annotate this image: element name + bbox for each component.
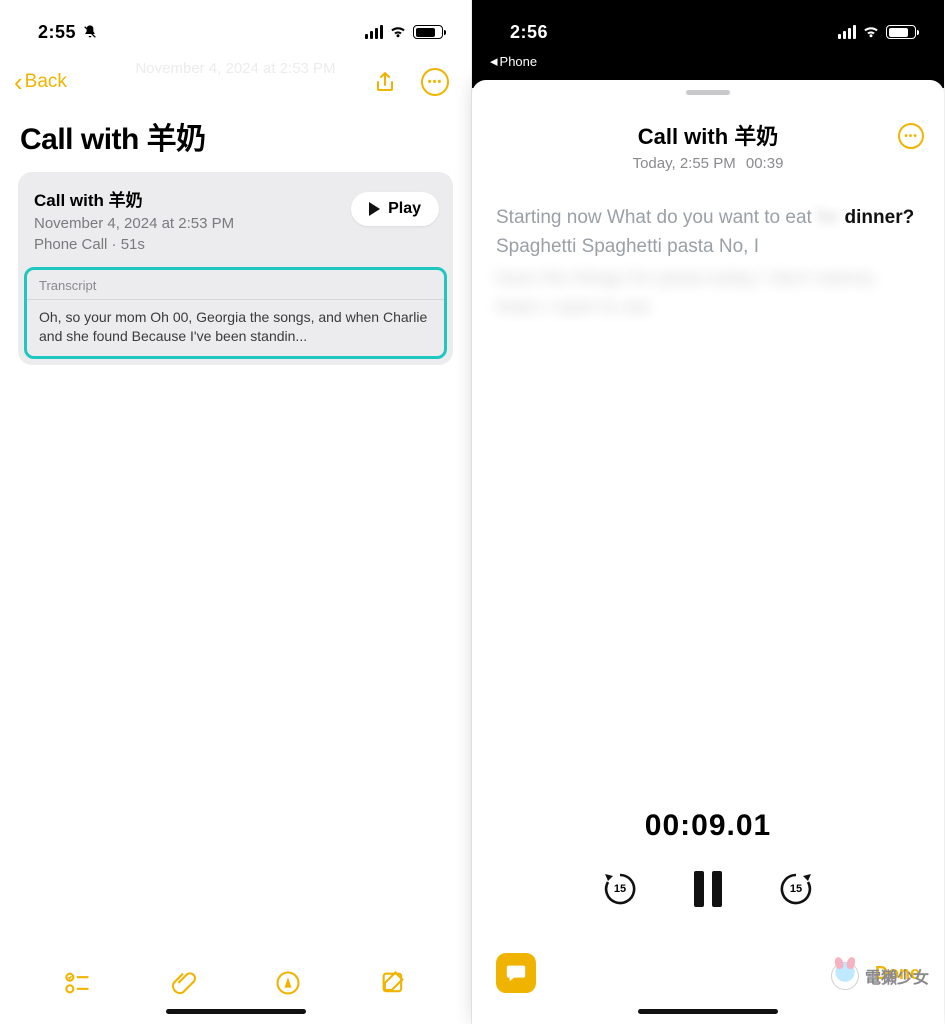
sheet-date: Today, 2:55 PM (633, 155, 736, 172)
pause-button[interactable] (694, 871, 722, 907)
sheet-duration: 00:39 (746, 155, 784, 172)
cellular-icon (365, 25, 383, 39)
watermark-text: 電獺少女 (865, 964, 929, 988)
attachment-button[interactable] (169, 969, 197, 997)
player: 00:09.01 15 15 (472, 783, 944, 919)
home-indicator[interactable] (166, 1009, 306, 1014)
note-timestamp-ghost: November 4, 2024 at 2:53 PM (0, 60, 471, 77)
seek-fwd-label: 15 (790, 883, 802, 895)
sheet-subtitle: Today, 2:55 PM 00:39 (492, 155, 924, 172)
wifi-icon (862, 25, 880, 39)
insert-quote-button[interactable] (496, 953, 536, 993)
playback-time: 00:09.01 (472, 809, 944, 843)
play-button[interactable]: Play (351, 192, 439, 226)
watermark-avatar-icon (831, 962, 859, 990)
sheet-title: Call with 羊奶 (492, 119, 924, 151)
seek-back-15-button[interactable]: 15 (600, 869, 640, 909)
transcript-sheet: Call with 羊奶 Today, 2:55 PM 00:39 ••• St… (472, 80, 944, 1024)
checklist-button[interactable] (64, 969, 92, 997)
seek-back-label: 15 (614, 883, 626, 895)
transcript-pre: Starting now What do you want to eat (496, 207, 817, 228)
transcript-label: Transcript (27, 270, 444, 300)
phone-right: 2:56 ◂ Phone Call with 羊奶 Today, 2:55 PM (472, 0, 944, 1024)
return-to-app[interactable]: ◂ Phone (472, 50, 944, 70)
recording-card[interactable]: Call with 羊奶 November 4, 2024 at 2:53 PM… (18, 172, 453, 365)
status-time: 2:55 (38, 22, 98, 43)
chevron-left-icon: ◂ (490, 52, 498, 70)
sheet-grabber[interactable] (686, 90, 730, 95)
return-app-label: Phone (500, 54, 538, 69)
status-time: 2:56 (510, 22, 548, 43)
more-icon[interactable]: ••• (898, 123, 924, 149)
battery-icon (413, 25, 443, 39)
silent-icon (82, 24, 98, 40)
transcript-preview-text: Oh, so your mom Oh 00, Georgia the songs… (27, 300, 444, 356)
live-transcript[interactable]: Starting now What do you want to eat for… (472, 186, 944, 340)
clock-text: 2:55 (38, 22, 76, 43)
transcript-post: Spaghetti Spaghetti pasta No, I (496, 236, 759, 257)
phone-left: 2:55 ‹ Back November 4, 2024 at 2:53 PM … (0, 0, 472, 1024)
note-toolbar (0, 951, 471, 1009)
status-right (365, 25, 443, 39)
battery-icon (886, 25, 916, 39)
transcript-current-word: dinner? (845, 207, 915, 228)
clock-text: 2:56 (510, 22, 548, 43)
note-title: Call with 羊奶 (0, 102, 471, 172)
recording-meta: Phone Call · 51s (34, 236, 437, 253)
sheet-header: Call with 羊奶 Today, 2:55 PM 00:39 ••• (472, 111, 944, 186)
seek-forward-15-button[interactable]: 15 (776, 869, 816, 909)
play-label: Play (388, 200, 421, 218)
transcript-blur-word: for (817, 207, 839, 228)
cellular-icon (838, 25, 856, 39)
status-right (838, 25, 916, 39)
black-top: 2:56 ◂ Phone (472, 0, 944, 88)
transcript-preview-box[interactable]: Transcript Oh, so your mom Oh 00, Georgi… (24, 267, 447, 359)
recording-card-header: Call with 羊奶 November 4, 2024 at 2:53 PM… (18, 172, 453, 265)
watermark: 電獺少女 (831, 962, 929, 990)
home-indicator[interactable] (638, 1009, 778, 1014)
nav-bar: ‹ Back November 4, 2024 at 2:53 PM ••• (0, 50, 471, 102)
status-bar: 2:55 (0, 0, 471, 50)
wifi-icon (389, 25, 407, 39)
status-bar: 2:56 (472, 0, 944, 50)
play-icon (369, 202, 380, 216)
markup-button[interactable] (274, 969, 302, 997)
transcript-blurred-rest: have the things for pasta today I don't … (496, 265, 920, 322)
compose-button[interactable] (379, 969, 407, 997)
